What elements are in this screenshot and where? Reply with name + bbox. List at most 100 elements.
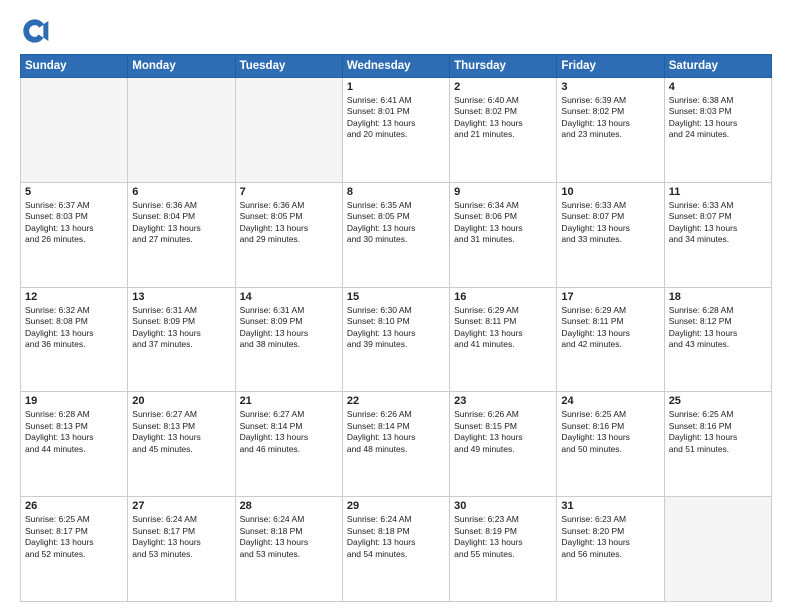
- calendar-cell: 15 Sunrise: 6:30 AM Sunset: 8:10 PM Dayli…: [342, 287, 449, 392]
- day-header-wednesday: Wednesday: [342, 55, 449, 78]
- day-number: 31: [561, 500, 659, 512]
- week-row-3: 12 Sunrise: 6:32 AM Sunset: 8:08 PM Dayli…: [21, 287, 772, 392]
- calendar-cell: 29 Sunrise: 6:24 AM Sunset: 8:18 PM Dayli…: [342, 497, 449, 602]
- day-info: Sunrise: 6:41 AM Sunset: 8:01 PM Dayligh…: [347, 95, 445, 141]
- calendar-cell: 20 Sunrise: 6:27 AM Sunset: 8:13 PM Dayli…: [128, 392, 235, 497]
- day-number: 8: [347, 186, 445, 198]
- day-info: Sunrise: 6:24 AM Sunset: 8:18 PM Dayligh…: [347, 514, 445, 560]
- day-number: 20: [132, 395, 230, 407]
- day-number: 12: [25, 291, 123, 303]
- day-info: Sunrise: 6:35 AM Sunset: 8:05 PM Dayligh…: [347, 200, 445, 246]
- day-number: 3: [561, 81, 659, 93]
- day-number: 11: [669, 186, 767, 198]
- day-number: 23: [454, 395, 552, 407]
- day-info: Sunrise: 6:36 AM Sunset: 8:05 PM Dayligh…: [240, 200, 338, 246]
- day-info: Sunrise: 6:37 AM Sunset: 8:03 PM Dayligh…: [25, 200, 123, 246]
- calendar-cell: 4 Sunrise: 6:38 AM Sunset: 8:03 PM Daylig…: [664, 78, 771, 183]
- day-info: Sunrise: 6:28 AM Sunset: 8:13 PM Dayligh…: [25, 409, 123, 455]
- day-info: Sunrise: 6:33 AM Sunset: 8:07 PM Dayligh…: [669, 200, 767, 246]
- calendar-cell: [21, 78, 128, 183]
- day-info: Sunrise: 6:40 AM Sunset: 8:02 PM Dayligh…: [454, 95, 552, 141]
- day-info: Sunrise: 6:24 AM Sunset: 8:17 PM Dayligh…: [132, 514, 230, 560]
- week-row-1: 1 Sunrise: 6:41 AM Sunset: 8:01 PM Daylig…: [21, 78, 772, 183]
- day-header-saturday: Saturday: [664, 55, 771, 78]
- page: SundayMondayTuesdayWednesdayThursdayFrid…: [0, 0, 792, 612]
- week-row-2: 5Sunrise: 6:37 AM Sunset: 8:03 PM Daylig…: [21, 182, 772, 287]
- day-info: Sunrise: 6:29 AM Sunset: 8:11 PM Dayligh…: [454, 305, 552, 351]
- calendar-body: 1 Sunrise: 6:41 AM Sunset: 8:01 PM Daylig…: [21, 78, 772, 602]
- header: [20, 16, 772, 46]
- day-info: Sunrise: 6:29 AM Sunset: 8:11 PM Dayligh…: [561, 305, 659, 351]
- calendar-cell: 23 Sunrise: 6:26 AM Sunset: 8:15 PM Dayli…: [450, 392, 557, 497]
- calendar-cell: 31 Sunrise: 6:23 AM Sunset: 8:20 PM Dayli…: [557, 497, 664, 602]
- day-info: Sunrise: 6:32 AM Sunset: 8:08 PM Dayligh…: [25, 305, 123, 351]
- day-info: Sunrise: 6:31 AM Sunset: 8:09 PM Dayligh…: [240, 305, 338, 351]
- day-info: Sunrise: 6:23 AM Sunset: 8:19 PM Dayligh…: [454, 514, 552, 560]
- calendar-cell: 7Sunrise: 6:36 AM Sunset: 8:05 PM Daylig…: [235, 182, 342, 287]
- calendar-cell: 2 Sunrise: 6:40 AM Sunset: 8:02 PM Daylig…: [450, 78, 557, 183]
- day-info: Sunrise: 6:30 AM Sunset: 8:10 PM Dayligh…: [347, 305, 445, 351]
- day-number: 16: [454, 291, 552, 303]
- calendar-table: SundayMondayTuesdayWednesdayThursdayFrid…: [20, 54, 772, 602]
- day-number: 25: [669, 395, 767, 407]
- calendar-cell: 14Sunrise: 6:31 AM Sunset: 8:09 PM Dayli…: [235, 287, 342, 392]
- day-info: Sunrise: 6:39 AM Sunset: 8:02 PM Dayligh…: [561, 95, 659, 141]
- calendar-cell: 19 Sunrise: 6:28 AM Sunset: 8:13 PM Dayli…: [21, 392, 128, 497]
- calendar-cell: 30 Sunrise: 6:23 AM Sunset: 8:19 PM Dayli…: [450, 497, 557, 602]
- calendar-cell: 3 Sunrise: 6:39 AM Sunset: 8:02 PM Daylig…: [557, 78, 664, 183]
- day-number: 19: [25, 395, 123, 407]
- day-header-monday: Monday: [128, 55, 235, 78]
- calendar-cell: 28 Sunrise: 6:24 AM Sunset: 8:18 PM Dayli…: [235, 497, 342, 602]
- days-of-week-row: SundayMondayTuesdayWednesdayThursdayFrid…: [21, 55, 772, 78]
- calendar-cell: 11 Sunrise: 6:33 AM Sunset: 8:07 PM Dayli…: [664, 182, 771, 287]
- day-number: 30: [454, 500, 552, 512]
- day-number: 24: [561, 395, 659, 407]
- week-row-5: 26Sunrise: 6:25 AM Sunset: 8:17 PM Dayli…: [21, 497, 772, 602]
- day-info: Sunrise: 6:26 AM Sunset: 8:15 PM Dayligh…: [454, 409, 552, 455]
- logo: [20, 16, 54, 46]
- calendar-cell: [235, 78, 342, 183]
- day-number: 15: [347, 291, 445, 303]
- day-info: Sunrise: 6:24 AM Sunset: 8:18 PM Dayligh…: [240, 514, 338, 560]
- calendar-cell: [128, 78, 235, 183]
- calendar-cell: 16 Sunrise: 6:29 AM Sunset: 8:11 PM Dayli…: [450, 287, 557, 392]
- day-info: Sunrise: 6:27 AM Sunset: 8:13 PM Dayligh…: [132, 409, 230, 455]
- day-number: 28: [240, 500, 338, 512]
- day-number: 13: [132, 291, 230, 303]
- day-number: 1: [347, 81, 445, 93]
- day-number: 9: [454, 186, 552, 198]
- day-number: 10: [561, 186, 659, 198]
- day-number: 21: [240, 395, 338, 407]
- calendar-cell: 18Sunrise: 6:28 AM Sunset: 8:12 PM Dayli…: [664, 287, 771, 392]
- calendar-cell: 25Sunrise: 6:25 AM Sunset: 8:16 PM Dayli…: [664, 392, 771, 497]
- day-info: Sunrise: 6:31 AM Sunset: 8:09 PM Dayligh…: [132, 305, 230, 351]
- day-header-sunday: Sunday: [21, 55, 128, 78]
- day-info: Sunrise: 6:23 AM Sunset: 8:20 PM Dayligh…: [561, 514, 659, 560]
- calendar-cell: 22Sunrise: 6:26 AM Sunset: 8:14 PM Dayli…: [342, 392, 449, 497]
- day-info: Sunrise: 6:33 AM Sunset: 8:07 PM Dayligh…: [561, 200, 659, 246]
- day-info: Sunrise: 6:26 AM Sunset: 8:14 PM Dayligh…: [347, 409, 445, 455]
- day-number: 2: [454, 81, 552, 93]
- calendar-cell: 24Sunrise: 6:25 AM Sunset: 8:16 PM Dayli…: [557, 392, 664, 497]
- calendar-cell: 27Sunrise: 6:24 AM Sunset: 8:17 PM Dayli…: [128, 497, 235, 602]
- day-number: 26: [25, 500, 123, 512]
- day-info: Sunrise: 6:34 AM Sunset: 8:06 PM Dayligh…: [454, 200, 552, 246]
- day-number: 18: [669, 291, 767, 303]
- day-header-tuesday: Tuesday: [235, 55, 342, 78]
- calendar-cell: 26Sunrise: 6:25 AM Sunset: 8:17 PM Dayli…: [21, 497, 128, 602]
- day-header-thursday: Thursday: [450, 55, 557, 78]
- calendar-cell: 5Sunrise: 6:37 AM Sunset: 8:03 PM Daylig…: [21, 182, 128, 287]
- day-info: Sunrise: 6:38 AM Sunset: 8:03 PM Dayligh…: [669, 95, 767, 141]
- calendar-cell: 21 Sunrise: 6:27 AM Sunset: 8:14 PM Dayli…: [235, 392, 342, 497]
- calendar-cell: [664, 497, 771, 602]
- calendar-cell: 6Sunrise: 6:36 AM Sunset: 8:04 PM Daylig…: [128, 182, 235, 287]
- calendar-cell: 1 Sunrise: 6:41 AM Sunset: 8:01 PM Daylig…: [342, 78, 449, 183]
- calendar-header: SundayMondayTuesdayWednesdayThursdayFrid…: [21, 55, 772, 78]
- day-info: Sunrise: 6:27 AM Sunset: 8:14 PM Dayligh…: [240, 409, 338, 455]
- day-number: 29: [347, 500, 445, 512]
- calendar-cell: 10 Sunrise: 6:33 AM Sunset: 8:07 PM Dayli…: [557, 182, 664, 287]
- day-number: 4: [669, 81, 767, 93]
- calendar-cell: 17Sunrise: 6:29 AM Sunset: 8:11 PM Dayli…: [557, 287, 664, 392]
- week-row-4: 19 Sunrise: 6:28 AM Sunset: 8:13 PM Dayli…: [21, 392, 772, 497]
- logo-icon: [20, 16, 50, 46]
